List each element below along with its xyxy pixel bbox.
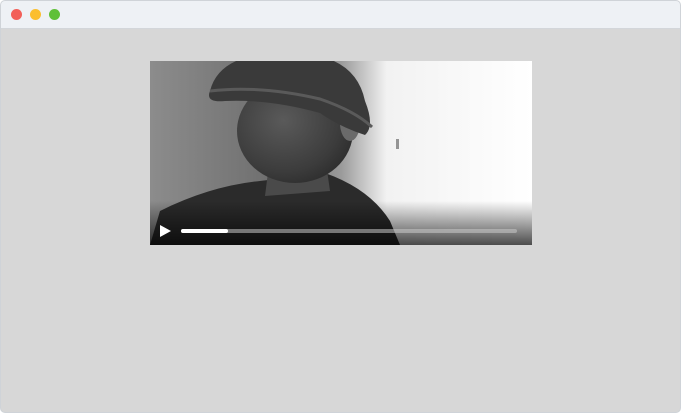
minimize-window-button[interactable] [30, 9, 41, 20]
video-controls [150, 217, 532, 245]
progress-bar-fill [181, 229, 229, 233]
maximize-window-button[interactable] [49, 9, 60, 20]
progress-bar[interactable] [181, 229, 517, 233]
title-bar [1, 1, 680, 29]
close-window-button[interactable] [11, 9, 22, 20]
browser-window [0, 0, 681, 413]
play-icon[interactable] [158, 224, 172, 238]
video-player[interactable] [150, 61, 532, 245]
